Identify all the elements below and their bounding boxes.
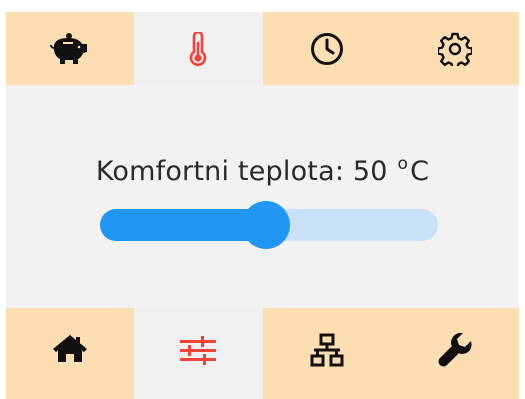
tab-home[interactable]	[6, 308, 134, 399]
degree-symbol: o	[397, 154, 409, 174]
slider-thumb[interactable]	[241, 201, 290, 249]
gear-icon	[437, 32, 472, 66]
slider-fill	[100, 209, 266, 241]
tab-service[interactable]	[391, 308, 519, 399]
tab-network[interactable]	[263, 308, 391, 399]
network-icon	[310, 333, 344, 367]
piggy-bank-icon	[50, 32, 88, 64]
bottom-nav-bar	[6, 308, 519, 399]
thermostat-screen: Komfortni teplota: 50 oC	[6, 12, 519, 399]
temperature-slider[interactable]	[100, 201, 438, 249]
tab-temperature[interactable]	[134, 12, 263, 85]
home-icon	[53, 335, 88, 362]
top-nav-bar	[6, 12, 519, 85]
unit-letter: C	[410, 156, 430, 187]
clock-icon	[310, 32, 343, 65]
comfort-temperature-label: Komfortni teplota: 50 oC	[6, 154, 519, 187]
main-panel: Komfortni teplota: 50 oC	[6, 85, 519, 308]
sliders-icon	[180, 336, 217, 365]
tab-settings[interactable]	[391, 12, 519, 85]
wrench-icon	[438, 333, 472, 367]
comfort-temperature-text: Komfortni teplota: 50	[95, 156, 388, 187]
tab-controls[interactable]	[134, 308, 263, 399]
thermometer-icon	[190, 31, 207, 66]
tab-savings[interactable]	[6, 12, 134, 85]
tab-schedule[interactable]	[263, 12, 391, 85]
